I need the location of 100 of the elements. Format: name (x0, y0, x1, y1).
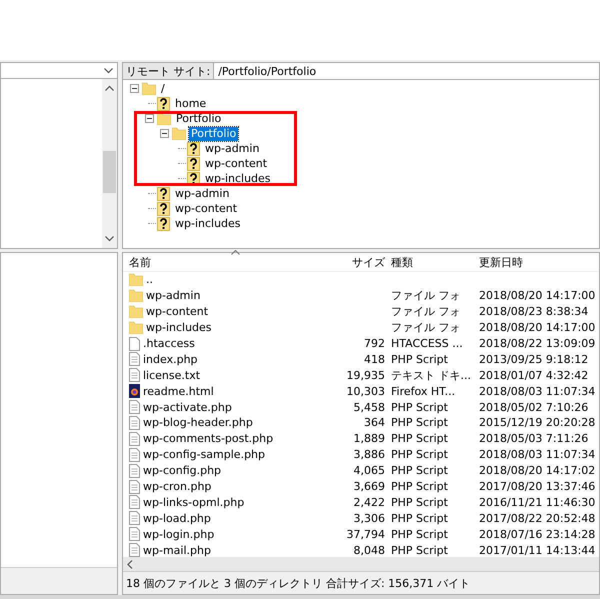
modified-date: 2018/08/20 14:17:02 (479, 464, 596, 478)
file-size: 792 (364, 337, 385, 350)
file-type: PHP Script (391, 448, 448, 462)
file-name[interactable]: wp-cron.php (143, 480, 212, 494)
dropdown-field[interactable] (0, 62, 118, 79)
file-size: 2,422 (354, 496, 385, 509)
vertical-scrollbar[interactable] (102, 79, 117, 248)
question-icon (157, 96, 170, 110)
status-text: 18 個のファイルと 3 個のディレクトリ 合計サイズ: 156,371 バイト (123, 571, 599, 594)
tree-item[interactable]: wp-admin (203, 142, 262, 156)
question-icon (157, 216, 170, 230)
dropdown-chevron-icon[interactable] (104, 68, 113, 74)
file-type: PHP Script (391, 400, 448, 414)
modified-date: 2017/01/11 14:13:44 (479, 544, 596, 557)
document-icon (129, 495, 140, 510)
file-type: PHP Script (391, 352, 448, 366)
file-name[interactable]: wp-config-sample.php (143, 448, 266, 462)
file-size: 8,048 (354, 544, 385, 557)
file-name[interactable]: wp-config.php (143, 464, 222, 478)
modified-date: 2018/08/22 13:09:09 (479, 337, 596, 350)
file-name[interactable]: wp-comments-post.php (143, 432, 274, 446)
file-name[interactable]: wp-load.php (143, 512, 211, 525)
file-size: 5,458 (354, 400, 385, 414)
column-header[interactable]: 更新日時 (479, 254, 597, 270)
file-type: PHP Script (391, 416, 448, 430)
tree-item[interactable]: Portfolio (189, 126, 238, 140)
question-icon (187, 156, 200, 170)
browser-file-icon (129, 384, 140, 398)
folder-icon (129, 273, 143, 286)
scroll-up-icon[interactable] (105, 85, 114, 91)
file-name[interactable]: index.php (143, 352, 198, 366)
file-size: 19,935 (346, 368, 385, 382)
file-name[interactable]: .. (146, 273, 153, 286)
modified-date: 2018/08/23 8:38:34 (479, 305, 588, 318)
file-name[interactable]: wp-admin (146, 289, 200, 302)
file-type: ファイル フォ (391, 289, 460, 302)
folder-icon (129, 289, 143, 302)
file-name[interactable]: wp-activate.php (143, 400, 232, 414)
file-size: 10,303 (346, 384, 385, 398)
file-type: PHP Script (391, 544, 448, 557)
document-icon (129, 416, 140, 430)
file-type: PHP Script (391, 528, 448, 541)
file-name[interactable]: readme.html (143, 384, 214, 398)
file-size: 364 (364, 416, 385, 430)
document-icon (129, 400, 140, 414)
file-type: PHP Script (391, 480, 448, 494)
question-icon (187, 142, 200, 156)
document-icon (129, 448, 140, 462)
modified-date: 2018/01/07 4:32:42 (479, 368, 588, 382)
document-icon (129, 464, 140, 478)
tree-item[interactable]: wp-content (173, 202, 240, 216)
horizontal-scrollbar[interactable] (123, 557, 599, 571)
scroll-down-icon[interactable] (105, 236, 114, 242)
file-type: PHP Script (391, 464, 448, 478)
file-size: 3,306 (354, 512, 385, 525)
scroll-left-icon[interactable] (127, 560, 133, 568)
file-name[interactable]: wp-login.php (143, 528, 214, 541)
tree-item[interactable]: Portfolio (174, 112, 224, 126)
collapse-icon[interactable] (145, 114, 154, 123)
column-header[interactable]: サイズ (329, 254, 391, 270)
modified-date: 2018/05/03 7:11:26 (479, 432, 588, 446)
collapse-icon[interactable] (160, 129, 169, 138)
sort-caret-icon (231, 250, 240, 255)
file-type: PHP Script (391, 432, 448, 446)
file-name[interactable]: license.txt (143, 368, 200, 382)
blank-file-icon (129, 336, 140, 350)
modified-date: 2013/09/25 9:18:12 (479, 352, 588, 366)
modified-date: 2018/08/03 11:07:34 (479, 384, 596, 398)
file-name[interactable]: wp-links-opml.php (143, 496, 244, 509)
column-header[interactable]: 名前 (129, 254, 329, 270)
document-icon (129, 480, 140, 494)
file-size: 4,065 (354, 464, 385, 478)
file-size: 1,889 (354, 432, 385, 446)
document-icon (129, 352, 140, 366)
file-name[interactable]: wp-content (146, 305, 208, 318)
file-name[interactable]: wp-mail.php (143, 544, 211, 557)
tree-item[interactable]: wp-includes (203, 172, 273, 186)
document-icon (129, 511, 140, 526)
file-name[interactable]: .htaccess (143, 337, 195, 350)
file-name[interactable]: wp-blog-header.php (143, 416, 253, 430)
file-type: PHP Script (391, 512, 448, 525)
modified-date: 2017/08/22 20:52:48 (479, 512, 596, 525)
collapse-icon[interactable] (130, 84, 139, 93)
tree-item[interactable]: / (159, 82, 167, 96)
file-type: ファイル フォ (391, 305, 460, 318)
column-header[interactable]: 種類 (391, 254, 479, 270)
tree-item[interactable]: wp-includes (173, 216, 243, 230)
document-icon (129, 432, 140, 446)
file-type: テキスト ドキ... (391, 368, 471, 382)
file-name[interactable]: wp-includes (146, 321, 212, 334)
question-icon (157, 202, 170, 216)
tree-item[interactable]: wp-content (203, 156, 270, 170)
modified-date: 2018/05/02 7:10:26 (479, 400, 588, 414)
file-size: 37,794 (346, 528, 385, 541)
tree-item[interactable]: home (173, 96, 208, 110)
tree-item[interactable]: wp-admin (173, 186, 232, 200)
modified-date: 2016/11/21 11:46:30 (479, 496, 596, 509)
file-size: 3,886 (354, 448, 385, 462)
scrollbar-thumb[interactable] (103, 151, 116, 193)
file-size: 418 (364, 352, 385, 366)
